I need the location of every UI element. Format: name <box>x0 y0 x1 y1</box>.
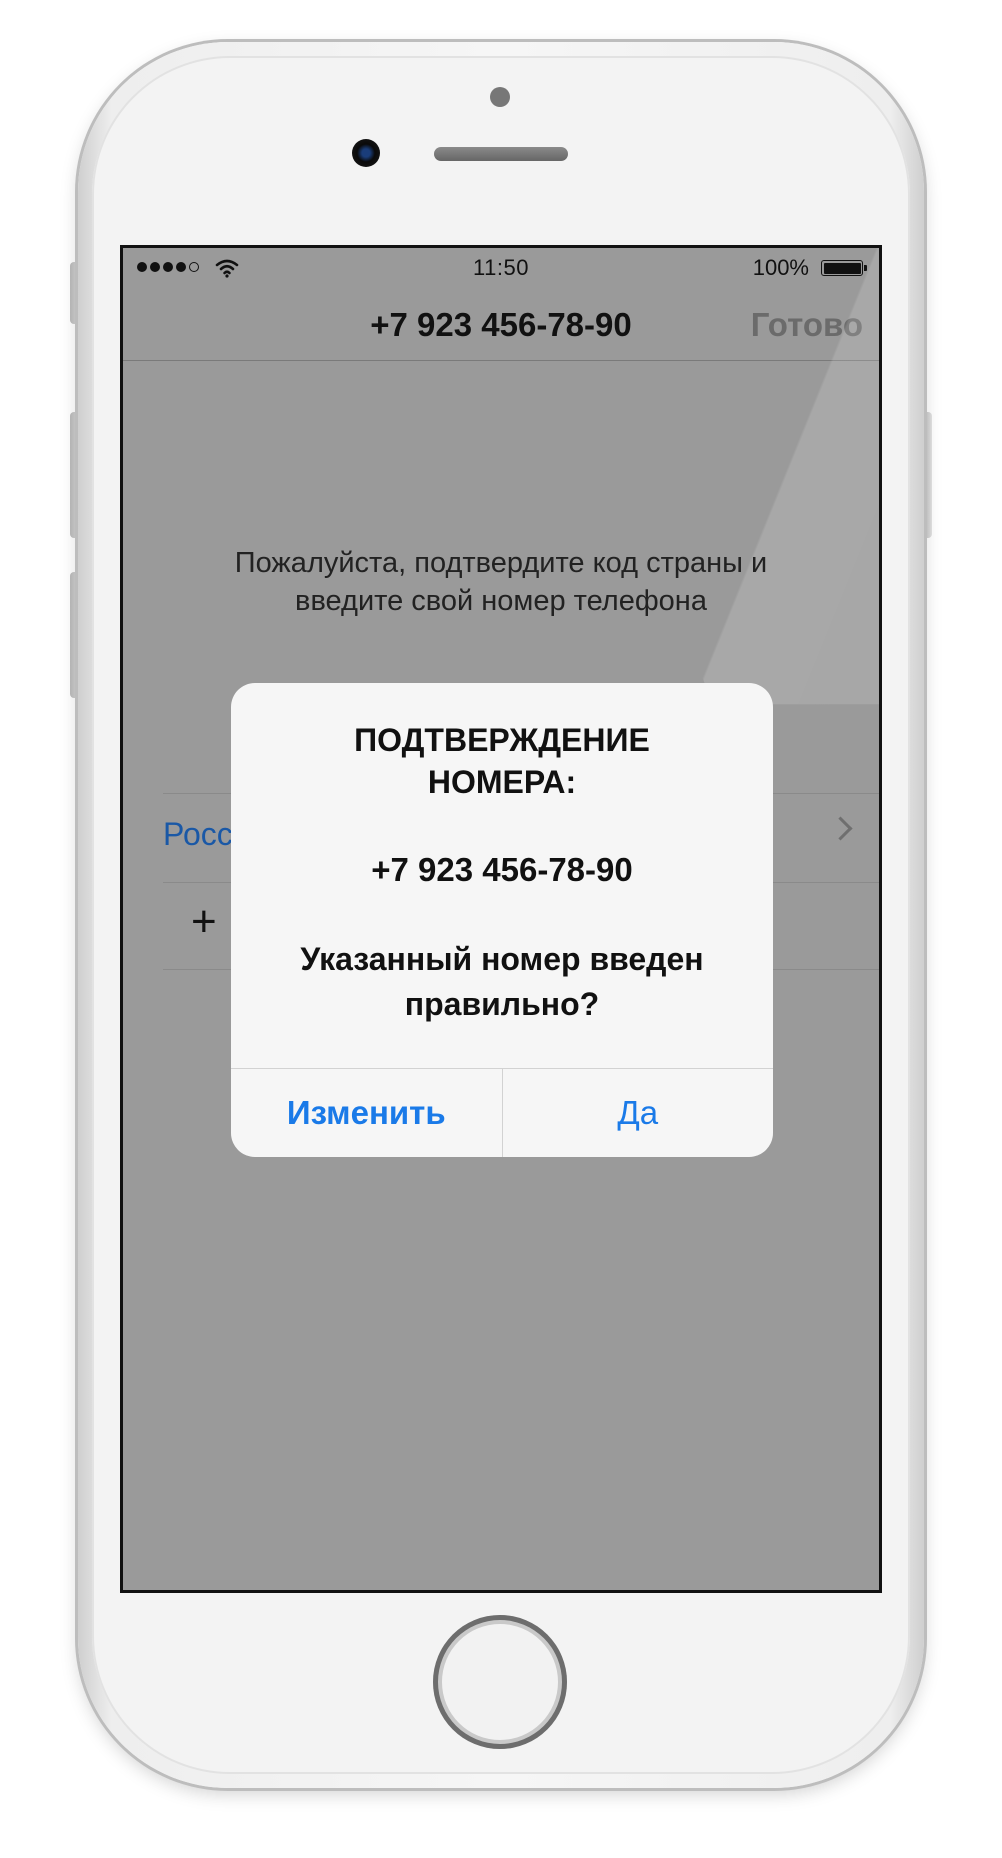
earpiece-speaker <box>434 147 568 161</box>
country-name: Росс <box>163 816 233 852</box>
alert-title: ПОДТВЕРЖДЕНИЕ НОМЕРА: <box>251 719 753 803</box>
instruction-line-2: введите свой номер телефона <box>295 585 707 617</box>
alert-title-line-2: НОМЕРА: <box>427 764 577 800</box>
alert-title-line-1: ПОДТВЕРЖДЕНИЕ <box>354 722 650 758</box>
instruction-text: Пожалуйста, подтвердите код страны и вве… <box>183 544 819 620</box>
edit-button[interactable]: Изменить <box>231 1069 503 1157</box>
chevron-right-icon <box>828 816 853 841</box>
proximity-sensor <box>490 87 510 107</box>
confirm-number-alert: ПОДТВЕРЖДЕНИЕ НОМЕРА: +7 923 456-78-90 У… <box>231 683 773 1157</box>
device-mockup: 11:50 100% +7 923 456-78-90 Готово Пожал… <box>0 0 1002 1858</box>
status-bar: 11:50 100% <box>123 248 879 288</box>
phone-screen: 11:50 100% +7 923 456-78-90 Готово Пожал… <box>120 245 882 1593</box>
country-code-prefix: + <box>191 897 217 946</box>
front-camera-icon <box>352 139 380 167</box>
battery-icon <box>821 260 867 276</box>
navigation-bar: +7 923 456-78-90 Готово <box>123 288 879 361</box>
done-button[interactable]: Готово <box>751 306 863 344</box>
alert-actions: Изменить Да <box>231 1068 773 1157</box>
battery-percentage: 100% <box>752 255 809 280</box>
confirm-button[interactable]: Да <box>503 1069 774 1157</box>
alert-phone-number: +7 923 456-78-90 <box>371 851 633 888</box>
instruction-line-1: Пожалуйста, подтвердите код страны и <box>234 547 768 579</box>
alert-question-line-1: Указанный номер введен <box>300 941 704 977</box>
home-button[interactable] <box>433 1615 567 1749</box>
alert-question-line-2: правильно? <box>404 986 600 1022</box>
alert-question: Указанный номер введен правильно? <box>251 937 753 1027</box>
